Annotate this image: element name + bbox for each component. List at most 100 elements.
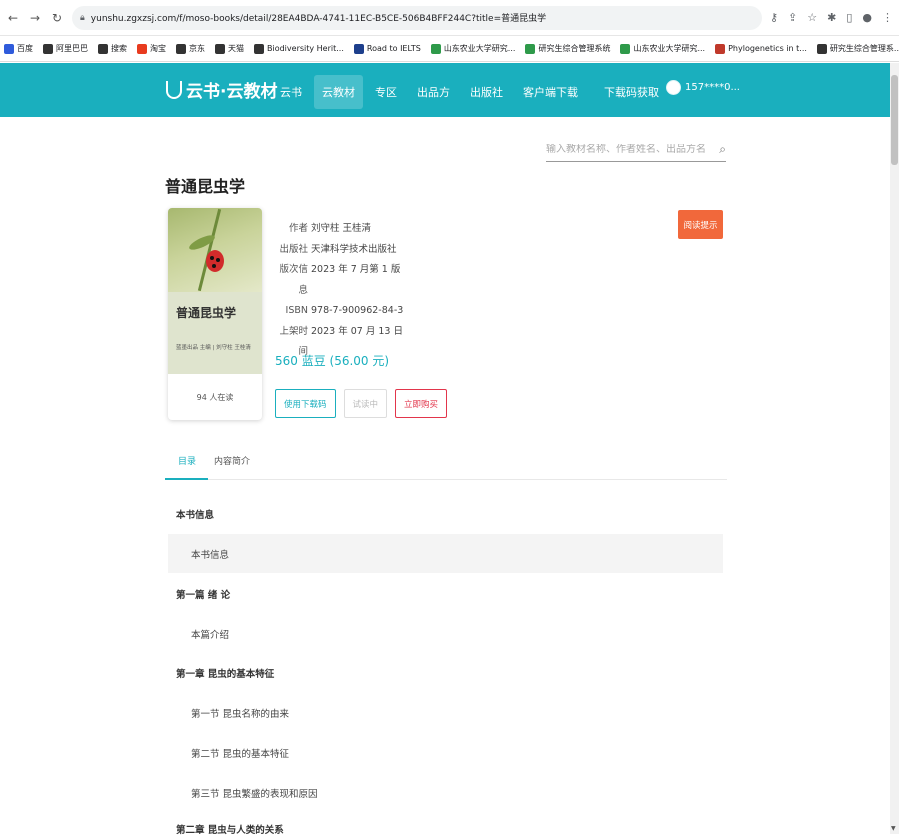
bookmark-item[interactable]: Biodiversity Herit... (254, 43, 344, 54)
bookmark-icon (353, 43, 364, 54)
bookmark-label: Phylogenetics in t... (728, 44, 807, 53)
bookmark-item[interactable]: 研究生综合管理系... (816, 43, 899, 54)
bookmark-icon (525, 43, 536, 54)
toc-section[interactable]: 第三节 昆虫繁盛的表现和原因 (191, 786, 318, 800)
nav-item[interactable]: 云教材 (314, 75, 363, 109)
nav-item[interactable]: 客户端下载 (515, 75, 586, 109)
lock-icon: 🔒︎ (80, 12, 85, 23)
forward-icon[interactable]: → (28, 11, 42, 25)
bookmark-icon (715, 43, 726, 54)
toc-section[interactable]: 第一节 昆虫名称的由来 (191, 706, 289, 720)
reload-icon[interactable]: ↻ (50, 11, 64, 25)
book-cover-card[interactable]: 普通昆虫学 蓝墨出品 主编 | 刘守柱 王桂清 94 人在读 (168, 208, 262, 420)
bookmark-icon (98, 43, 108, 54)
bookmark-item[interactable]: 淘宝 (137, 43, 166, 54)
nav-item[interactable]: 云书 (272, 75, 310, 109)
bookmark-item[interactable]: 山东农业大学研究... (620, 43, 705, 54)
back-icon[interactable]: ← (6, 11, 20, 25)
bookmark-label: 山东农业大学研究... (633, 44, 706, 53)
toc-section[interactable]: 本书信息 (191, 547, 229, 561)
bookmark-item[interactable]: Phylogenetics in t... (715, 43, 807, 54)
detail-tabs: 目录 内容简介 (165, 446, 727, 480)
tab-indicator (165, 478, 208, 480)
bookmarks-bar: 百度 阿里巴巴 搜索 淘宝 京东 天猫 Biodiversity Herit... Road … (0, 36, 899, 62)
site-logo[interactable]: 云书·云教材 (166, 77, 277, 102)
share-icon[interactable]: ⇪ (788, 11, 797, 24)
url-text: yunshu.zgxzsj.com/f/moso-books/detail/28… (90, 14, 547, 24)
meta-value: 天津科学技术出版社 (311, 243, 397, 255)
toc-section[interactable]: 第二节 昆虫的基本特征 (191, 746, 289, 760)
bookmark-label: 淘宝 (150, 44, 166, 53)
bookmark-icon (215, 43, 225, 54)
buy-button[interactable]: 立即购买 (395, 389, 448, 418)
cover-title: 普通昆虫学 (176, 306, 237, 320)
bookmark-label: 研究生综合管理系... (829, 44, 899, 53)
bookmark-icon (254, 43, 264, 54)
bookmark-item[interactable]: 百度 (4, 43, 33, 54)
search-icon[interactable]: ⌕ (719, 142, 726, 157)
bookmark-label: 研究生综合管理系统 (538, 44, 611, 53)
scroll-down-icon[interactable]: ▼ (891, 825, 896, 832)
cover-subtitle: 蓝墨出品 主编 | 刘守柱 王桂清 (176, 345, 251, 351)
menu-icon[interactable]: ⋮ (882, 11, 893, 24)
readers-count: 94 人在读 (196, 392, 234, 402)
bookmark-item[interactable]: 山东农业大学研究... (430, 43, 515, 54)
extensions-icon[interactable]: ✱ (827, 11, 836, 24)
bookmark-label: 搜索 (111, 44, 127, 53)
search-input[interactable] (546, 144, 706, 155)
meta-row: ISBN 978-7-900962-84-3 (275, 301, 404, 322)
toc-chapter[interactable]: 第一章 昆虫的基本特征 (176, 666, 274, 680)
tab-toc[interactable]: 目录 (178, 454, 196, 467)
browser-toolbar: ← → ↻ 🔒︎ yunshu.zgxzsj.com/f/moso-books/… (0, 0, 899, 36)
meta-label: 作者 (288, 223, 308, 234)
bookmark-item[interactable]: 天猫 (215, 43, 244, 54)
bookmark-item[interactable]: 阿里巴巴 (43, 43, 88, 54)
bookmark-icon (620, 43, 631, 54)
star-icon[interactable]: ☆ (807, 11, 817, 24)
read-tip-button[interactable]: 阅读提示 (678, 210, 723, 239)
bookmark-item[interactable]: 研究生综合管理系统 (525, 43, 610, 54)
toc-chapter[interactable]: 第一篇 绪 论 (176, 587, 230, 601)
bookmark-label: Road to IELTS (366, 44, 421, 53)
bookmark-label: 阿里巴巴 (56, 44, 88, 53)
meta-row: 出版社 天津科学技术出版社 (275, 240, 403, 261)
user-menu[interactable]: 157****0... (666, 80, 740, 95)
page-scrollbar[interactable]: ▼ (890, 63, 899, 834)
toc-section[interactable]: 本篇介绍 (191, 627, 229, 641)
trial-button[interactable]: 试读中 (343, 389, 388, 418)
nav-item[interactable]: 出版社 (462, 75, 511, 109)
nav-item[interactable]: 出品方 (409, 75, 458, 109)
address-bar[interactable]: 🔒︎ yunshu.zgxzsj.com/f/moso-books/detail… (72, 5, 762, 30)
bookmark-label: 京东 (189, 44, 205, 53)
tab-intro[interactable]: 内容简介 (214, 454, 250, 467)
bookmark-icon (430, 43, 441, 54)
bookmark-icon (43, 43, 53, 54)
bookmark-label: 天猫 (228, 44, 244, 53)
cover-image (168, 208, 262, 292)
nav-item[interactable]: 专区 (367, 75, 405, 109)
toc-chapter[interactable]: 本书信息 (176, 507, 214, 521)
search-box: ⌕ (546, 138, 726, 162)
page-title: 普通昆虫学 (165, 177, 246, 196)
logo-text: 云书·云教材 (186, 82, 278, 102)
scrollbar-thumb[interactable] (891, 75, 898, 165)
key-icon[interactable]: ⚷ (770, 11, 778, 24)
bookmark-icon (816, 43, 827, 54)
bookmark-item[interactable]: 京东 (176, 43, 205, 54)
bookmark-item[interactable]: 搜索 (98, 43, 127, 54)
meta-label: 版次信息 (279, 264, 308, 296)
book-price: 560 蓝豆 (56.00 元) (275, 354, 390, 368)
sidepanel-icon[interactable]: ▯ (846, 11, 852, 24)
meta-value: 刘守柱 王桂清 (311, 223, 372, 234)
bookmark-icon (137, 43, 147, 54)
use-code-button[interactable]: 使用下载码 (275, 389, 336, 418)
download-code-link[interactable]: 下载码获取 (604, 84, 659, 100)
meta-row: 版次信息 2023 年 7 月第 1 版 (275, 260, 403, 301)
profile-icon[interactable]: ● (862, 11, 872, 24)
bookmark-item[interactable]: Road to IELTS (353, 43, 421, 54)
bookmark-label: 百度 (17, 44, 33, 53)
logo-icon (166, 80, 182, 99)
site-header: 云书·云教材 云书 云教材 专区 出品方 出版社 客户端下载 下载码获取 157****0… (0, 63, 890, 117)
bookmark-icon (176, 43, 186, 54)
avatar (666, 80, 681, 95)
